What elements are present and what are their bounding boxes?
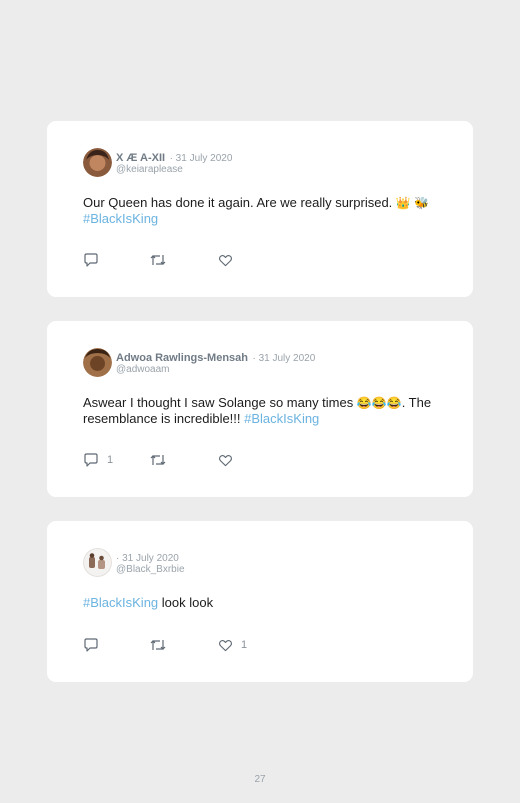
emoji: 😂😂😂 xyxy=(356,396,402,410)
emoji: 👑 🐝 xyxy=(395,196,430,210)
reply-button[interactable]: 1 xyxy=(83,452,113,468)
reply-count: 1 xyxy=(107,454,114,466)
like-icon xyxy=(219,639,232,651)
reply-button[interactable] xyxy=(83,637,107,653)
avatar[interactable] xyxy=(83,148,112,177)
tweet-body: Aswear I thought I saw Solange so many t… xyxy=(83,395,357,410)
hashtag-link[interactable]: #BlackIsKing xyxy=(244,411,319,426)
author-handle[interactable]: @keiaraplease xyxy=(116,163,232,176)
retweet-icon xyxy=(150,255,166,265)
tweet-text: Our Queen has done it again. Are we real… xyxy=(83,195,445,226)
tweet-card: Adwoa Rawlings-Mensah · 31 July 2020 @ad… xyxy=(47,321,473,497)
retweet-icon xyxy=(150,455,166,465)
avatar[interactable] xyxy=(83,348,112,377)
retweet-icon xyxy=(150,640,166,650)
like-icon xyxy=(219,254,232,266)
reply-button[interactable] xyxy=(83,252,107,268)
reply-icon xyxy=(84,253,98,267)
tweet-text: #BlackIsKing look look xyxy=(83,595,445,610)
like-icon xyxy=(219,454,232,466)
tweet-meta: · 31 July 2020 @Black_Bxrbie xyxy=(116,550,185,576)
tweet-card: X Æ A-XII · 31 July 2020 @keiaraplease O… xyxy=(47,121,473,297)
retweet-button[interactable] xyxy=(149,452,167,468)
hashtag-link[interactable]: #BlackIsKing xyxy=(83,211,158,226)
avatar[interactable] xyxy=(83,548,112,577)
like-button[interactable]: 1 xyxy=(218,637,247,653)
like-button[interactable] xyxy=(218,252,241,268)
retweet-button[interactable] xyxy=(149,252,167,268)
like-button[interactable] xyxy=(218,452,241,468)
tweet-card: · 31 July 2020 @Black_Bxrbie #BlackIsKin… xyxy=(47,521,473,682)
tweet-meta: Adwoa Rawlings-Mensah · 31 July 2020 @ad… xyxy=(116,350,315,376)
author-handle[interactable]: @adwoaam xyxy=(116,363,315,376)
tweet-meta: X Æ A-XII · 31 July 2020 @keiaraplease xyxy=(116,150,232,176)
tweet-body: Our Queen has done it again. Are we real… xyxy=(83,195,396,210)
hashtag-link[interactable]: #BlackIsKing xyxy=(83,595,158,610)
reply-icon xyxy=(84,638,98,652)
author-handle[interactable]: @Black_Bxrbie xyxy=(116,563,185,576)
retweet-button[interactable] xyxy=(149,637,167,653)
reply-icon xyxy=(84,453,98,467)
tweet-date[interactable]: · 31 July 2020 xyxy=(252,353,315,364)
tweet-body: look look xyxy=(158,595,214,610)
page-number: 27 xyxy=(254,774,266,785)
tweet-text: Aswear I thought I saw Solange so many t… xyxy=(83,395,445,426)
like-count: 1 xyxy=(241,639,248,651)
